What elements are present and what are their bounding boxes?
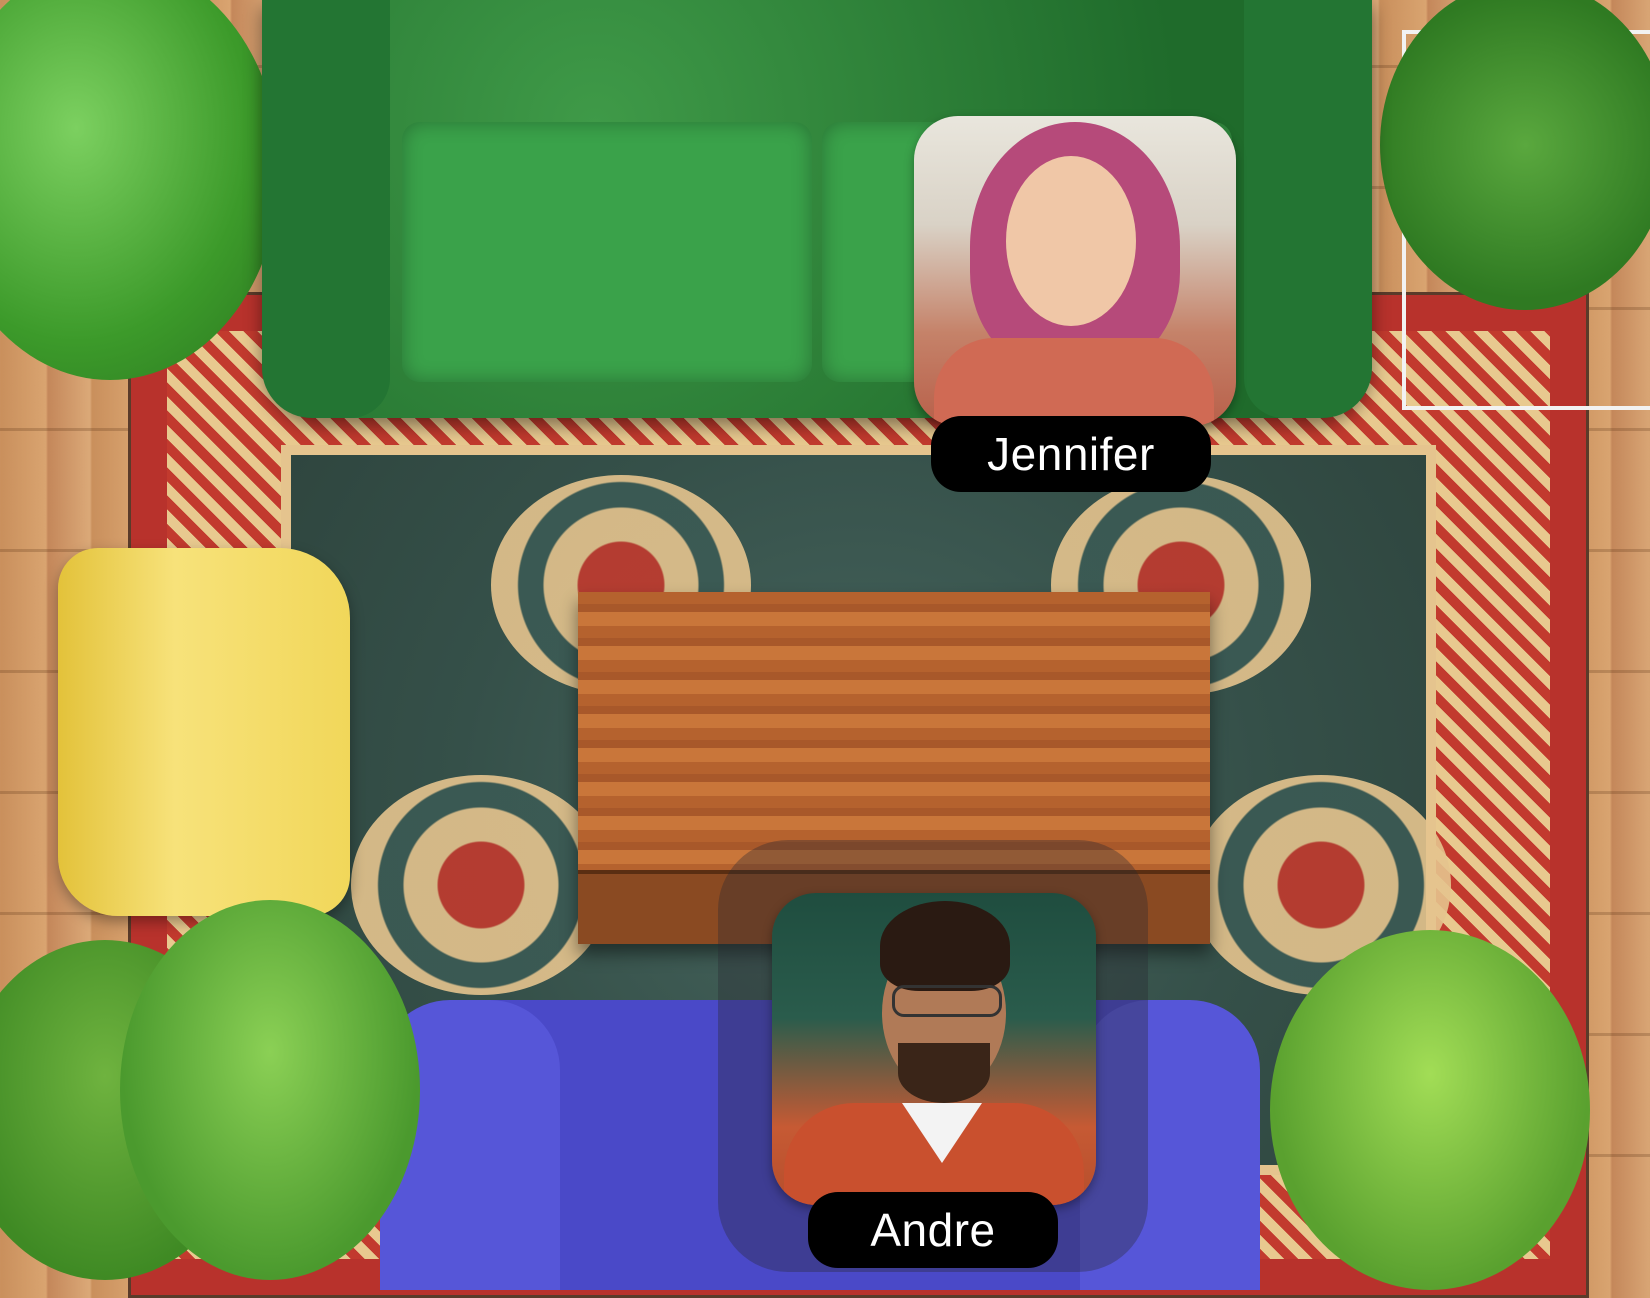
- sofa-arm: [1244, 0, 1372, 418]
- sofa-cushion: [402, 122, 812, 382]
- avatar-beard: [898, 1043, 990, 1103]
- participant-video-jennifer[interactable]: [914, 116, 1236, 426]
- sofa-arm: [262, 0, 390, 418]
- rug-medallion: [351, 775, 611, 995]
- participant-name-label: Jennifer: [931, 416, 1211, 492]
- glasses-icon: [892, 985, 1002, 1017]
- avatar-face: [1006, 156, 1136, 326]
- avatar-hair: [880, 901, 1010, 991]
- potted-plant: [120, 900, 420, 1280]
- avatar-body: [934, 338, 1214, 426]
- participant-name-label: Andre: [808, 1192, 1058, 1268]
- yellow-armchair: [58, 548, 350, 916]
- potted-plant: [1270, 930, 1590, 1290]
- participant-video-andre[interactable]: [772, 893, 1096, 1205]
